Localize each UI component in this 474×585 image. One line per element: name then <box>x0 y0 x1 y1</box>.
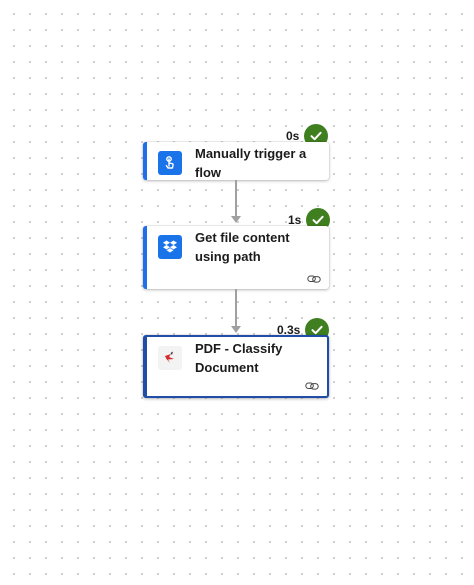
connector-line <box>235 180 237 218</box>
dropbox-icon <box>158 235 182 259</box>
link-icon[interactable] <box>307 274 321 284</box>
step-title: Get file content using path <box>195 230 290 264</box>
step-card-pdf-classify[interactable]: PDF - Classify Document <box>143 335 329 398</box>
step-1-duration: 0s <box>285 129 301 143</box>
step-2-duration: 1s <box>287 213 303 227</box>
step-title: Manually trigger a flow <box>195 146 307 180</box>
step-card-manual-trigger[interactable]: Manually trigger a flow <box>143 142 329 180</box>
flow-canvas: 0s Manually trigger a flow 1s Get file c… <box>0 0 474 585</box>
step-card-get-file-content[interactable]: Get file content using path <box>143 226 329 289</box>
connector-arrow-icon <box>231 326 241 333</box>
connector-line <box>235 289 237 328</box>
connector-arrow-icon <box>231 216 241 223</box>
step-title: PDF - Classify Document <box>195 341 283 375</box>
link-icon[interactable] <box>305 381 319 391</box>
pdf-classify-icon <box>158 346 182 370</box>
manual-trigger-icon <box>158 151 182 175</box>
